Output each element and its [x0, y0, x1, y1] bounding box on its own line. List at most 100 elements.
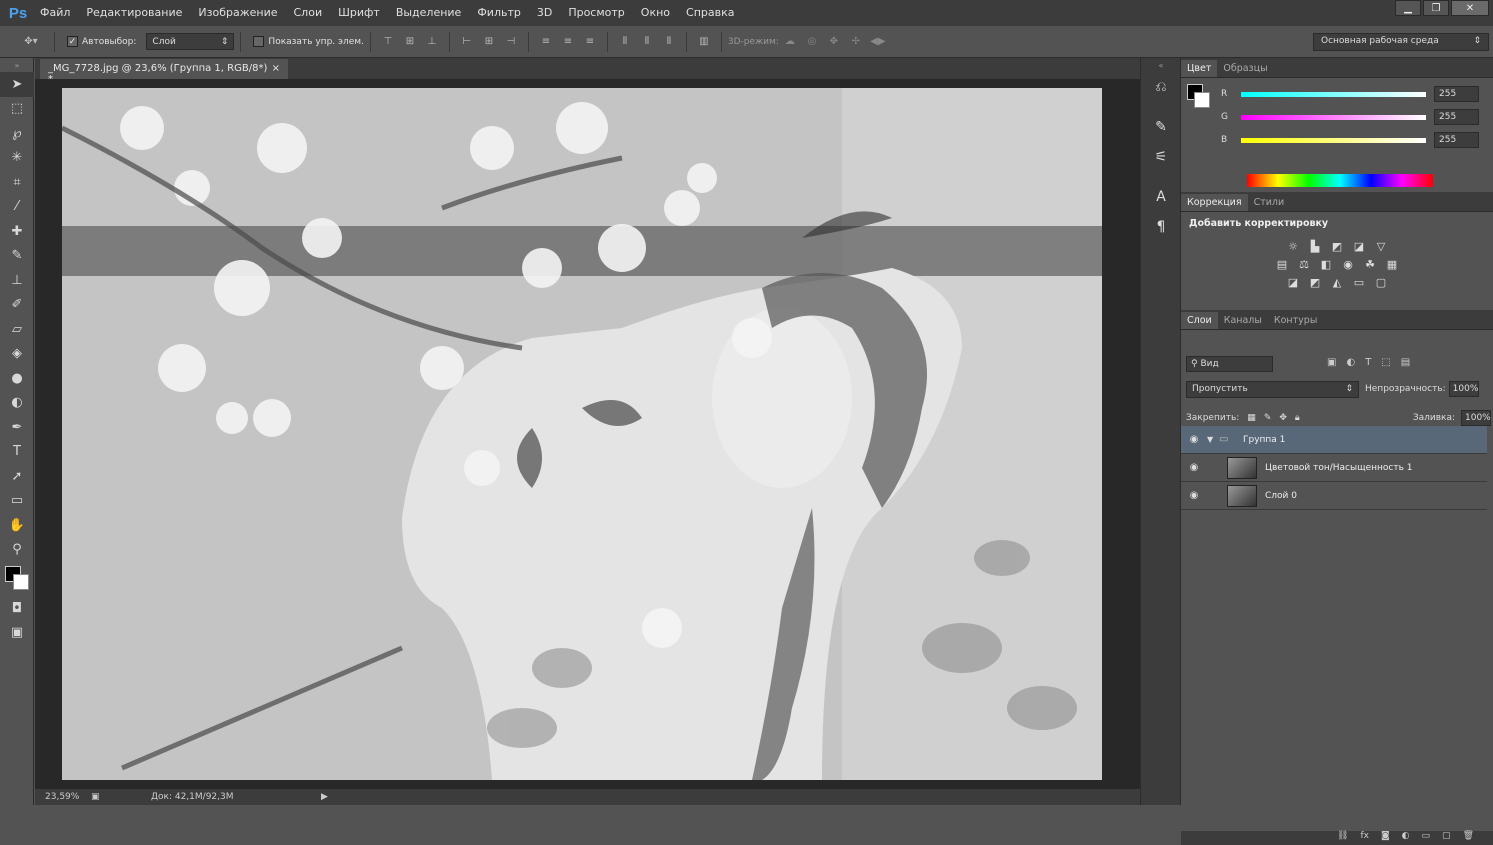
- red-value-input[interactable]: 255: [1434, 86, 1479, 102]
- 3d-pan-icon[interactable]: ✥: [827, 35, 841, 49]
- brush-presets-panel-icon[interactable]: ✎: [1141, 112, 1181, 142]
- brightness-contrast-icon[interactable]: ☼: [1286, 239, 1300, 253]
- layer-row-group[interactable]: ◉ ▼ ▭ Группа 1: [1181, 426, 1487, 454]
- type-tool-icon[interactable]: T: [0, 440, 34, 465]
- link-icon[interactable]: ⛓: [1337, 831, 1348, 845]
- layer-filter-dropdown[interactable]: ⚲ Вид: [1186, 356, 1273, 372]
- curves-icon[interactable]: ◩: [1330, 239, 1344, 253]
- distribute-top-icon[interactable]: ≡: [539, 35, 553, 49]
- tab-paths[interactable]: Контуры: [1268, 312, 1323, 329]
- autoselect-checkbox[interactable]: ✓: [67, 36, 78, 47]
- menu-view[interactable]: Просмотр: [560, 0, 632, 26]
- tab-styles[interactable]: Стили: [1248, 194, 1291, 211]
- autoselect-dropdown[interactable]: Слой ⇕: [146, 33, 235, 50]
- 3d-scale-icon[interactable]: ◀▶: [870, 35, 885, 49]
- menu-image[interactable]: Изображение: [190, 0, 285, 26]
- fill-input[interactable]: 100%: [1461, 410, 1491, 426]
- align-vcenter-icon[interactable]: ⊞: [403, 35, 417, 49]
- toolbox-collapse-icon[interactable]: »: [0, 58, 34, 72]
- opacity-input[interactable]: 100%: [1448, 381, 1479, 397]
- gradient-map-icon[interactable]: ▭: [1352, 275, 1366, 289]
- quick-mask-icon[interactable]: ◘: [0, 596, 34, 621]
- show-controls-checkbox[interactable]: [253, 36, 265, 47]
- green-value-input[interactable]: 255: [1434, 109, 1479, 125]
- menu-window[interactable]: Окно: [633, 0, 678, 26]
- distribute-hcenter-icon[interactable]: ⦀: [640, 35, 654, 49]
- layer-row-hue-saturation[interactable]: ◉ Цветовой тон/Насыщенность 1: [1181, 454, 1487, 482]
- status-info-icon[interactable]: ▣: [91, 792, 151, 802]
- eyedropper-tool-icon[interactable]: ⁄: [0, 195, 34, 220]
- 3d-slide-icon[interactable]: ✢: [849, 35, 863, 49]
- invert-icon[interactable]: ◪: [1286, 275, 1300, 289]
- blue-slider[interactable]: [1241, 137, 1426, 143]
- paint-bucket-tool-icon[interactable]: ◈: [0, 342, 34, 367]
- filter-adjustment-icon[interactable]: ◐: [1346, 357, 1355, 368]
- lock-position-icon[interactable]: ✥: [1279, 413, 1287, 423]
- expand-triangle-icon[interactable]: ▼: [1207, 435, 1219, 444]
- menu-file[interactable]: Файл: [32, 0, 78, 26]
- auto-align-icon[interactable]: ▥: [697, 35, 711, 49]
- levels-icon[interactable]: ▙: [1308, 239, 1322, 253]
- menu-type[interactable]: Шрифт: [330, 0, 388, 26]
- status-menu-arrow-icon[interactable]: ▶: [321, 792, 328, 802]
- pen-tool-icon[interactable]: ✒: [0, 415, 34, 440]
- dock-collapse-icon[interactable]: «: [1141, 58, 1181, 72]
- close-tab-icon[interactable]: ×: [272, 63, 280, 75]
- menu-edit[interactable]: Редактирование: [78, 0, 190, 26]
- screen-mode-icon[interactable]: ▣: [0, 621, 34, 646]
- mask-icon[interactable]: ◙: [1381, 831, 1390, 845]
- menu-3d[interactable]: 3D: [529, 0, 560, 26]
- history-panel-icon[interactable]: ⎌: [1141, 72, 1181, 102]
- menu-layers[interactable]: Слои: [286, 0, 331, 26]
- tab-adjustments[interactable]: Коррекция: [1181, 194, 1248, 211]
- document-image[interactable]: [62, 88, 1102, 780]
- fx-icon[interactable]: fx: [1360, 831, 1369, 845]
- restore-button[interactable]: ❐: [1423, 0, 1449, 16]
- tab-swatches[interactable]: Образцы: [1217, 60, 1273, 77]
- green-slider[interactable]: [1241, 114, 1426, 120]
- blur-tool-icon[interactable]: ●: [0, 366, 34, 391]
- align-top-icon[interactable]: ⊤: [381, 35, 395, 49]
- menu-filter[interactable]: Фильтр: [469, 0, 529, 26]
- path-selection-tool-icon[interactable]: ➚: [0, 464, 34, 489]
- vibrance-icon[interactable]: ▽: [1374, 239, 1388, 253]
- eye-icon[interactable]: ◉: [1181, 434, 1207, 445]
- new-layer-icon[interactable]: ▢: [1442, 831, 1451, 845]
- red-slider[interactable]: [1241, 91, 1426, 97]
- dodge-tool-icon[interactable]: ◐: [0, 391, 34, 416]
- black-white-icon[interactable]: ◧: [1319, 257, 1333, 271]
- distribute-bottom-icon[interactable]: ≡: [583, 35, 597, 49]
- 3d-roll-icon[interactable]: ◎: [805, 35, 819, 49]
- crop-tool-icon[interactable]: ⌗: [0, 170, 34, 195]
- menu-select[interactable]: Выделение: [388, 0, 470, 26]
- tab-layers[interactable]: Слои: [1181, 312, 1218, 329]
- channel-mixer-icon[interactable]: ☘: [1363, 257, 1377, 271]
- blend-mode-dropdown[interactable]: Пропустить ⇕: [1186, 381, 1359, 398]
- move-tool-icon[interactable]: ➤: [0, 72, 34, 97]
- eye-icon[interactable]: ◉: [1181, 462, 1207, 473]
- photo-filter-icon[interactable]: ◉: [1341, 257, 1355, 271]
- distribute-left-icon[interactable]: ⦀: [618, 35, 632, 49]
- history-brush-tool-icon[interactable]: ✐: [0, 293, 34, 318]
- hue-saturation-icon[interactable]: ▤: [1275, 257, 1289, 271]
- color-balance-icon[interactable]: ⚖: [1297, 257, 1311, 271]
- adjustment-icon[interactable]: ◐: [1402, 831, 1410, 845]
- posterize-icon[interactable]: ◩: [1308, 275, 1322, 289]
- zoom-tool-icon[interactable]: ⚲: [0, 538, 34, 563]
- filter-pixel-icon[interactable]: ▣: [1327, 357, 1336, 368]
- lock-all-icon[interactable]: 🔒︎: [1295, 413, 1300, 423]
- hand-tool-icon[interactable]: ✋: [0, 513, 34, 538]
- character-panel-icon[interactable]: A: [1141, 182, 1181, 212]
- align-left-icon[interactable]: ⊢: [460, 35, 474, 49]
- move-tool-preset-icon[interactable]: ✥▾: [18, 35, 44, 49]
- exposure-icon[interactable]: ◪: [1352, 239, 1366, 253]
- minimize-button[interactable]: ▁: [1395, 0, 1421, 16]
- layer-row-layer-0[interactable]: ◉ Слой 0: [1181, 482, 1487, 510]
- color-lookup-icon[interactable]: ▦: [1385, 257, 1399, 271]
- brush-tool-icon[interactable]: ✎: [0, 244, 34, 269]
- lock-transparency-icon[interactable]: ▦: [1247, 413, 1256, 423]
- align-right-icon[interactable]: ⊣: [504, 35, 518, 49]
- selective-color-icon[interactable]: ▢: [1374, 275, 1388, 289]
- background-color-swatch[interactable]: [13, 574, 29, 590]
- blue-value-input[interactable]: 255: [1434, 132, 1479, 148]
